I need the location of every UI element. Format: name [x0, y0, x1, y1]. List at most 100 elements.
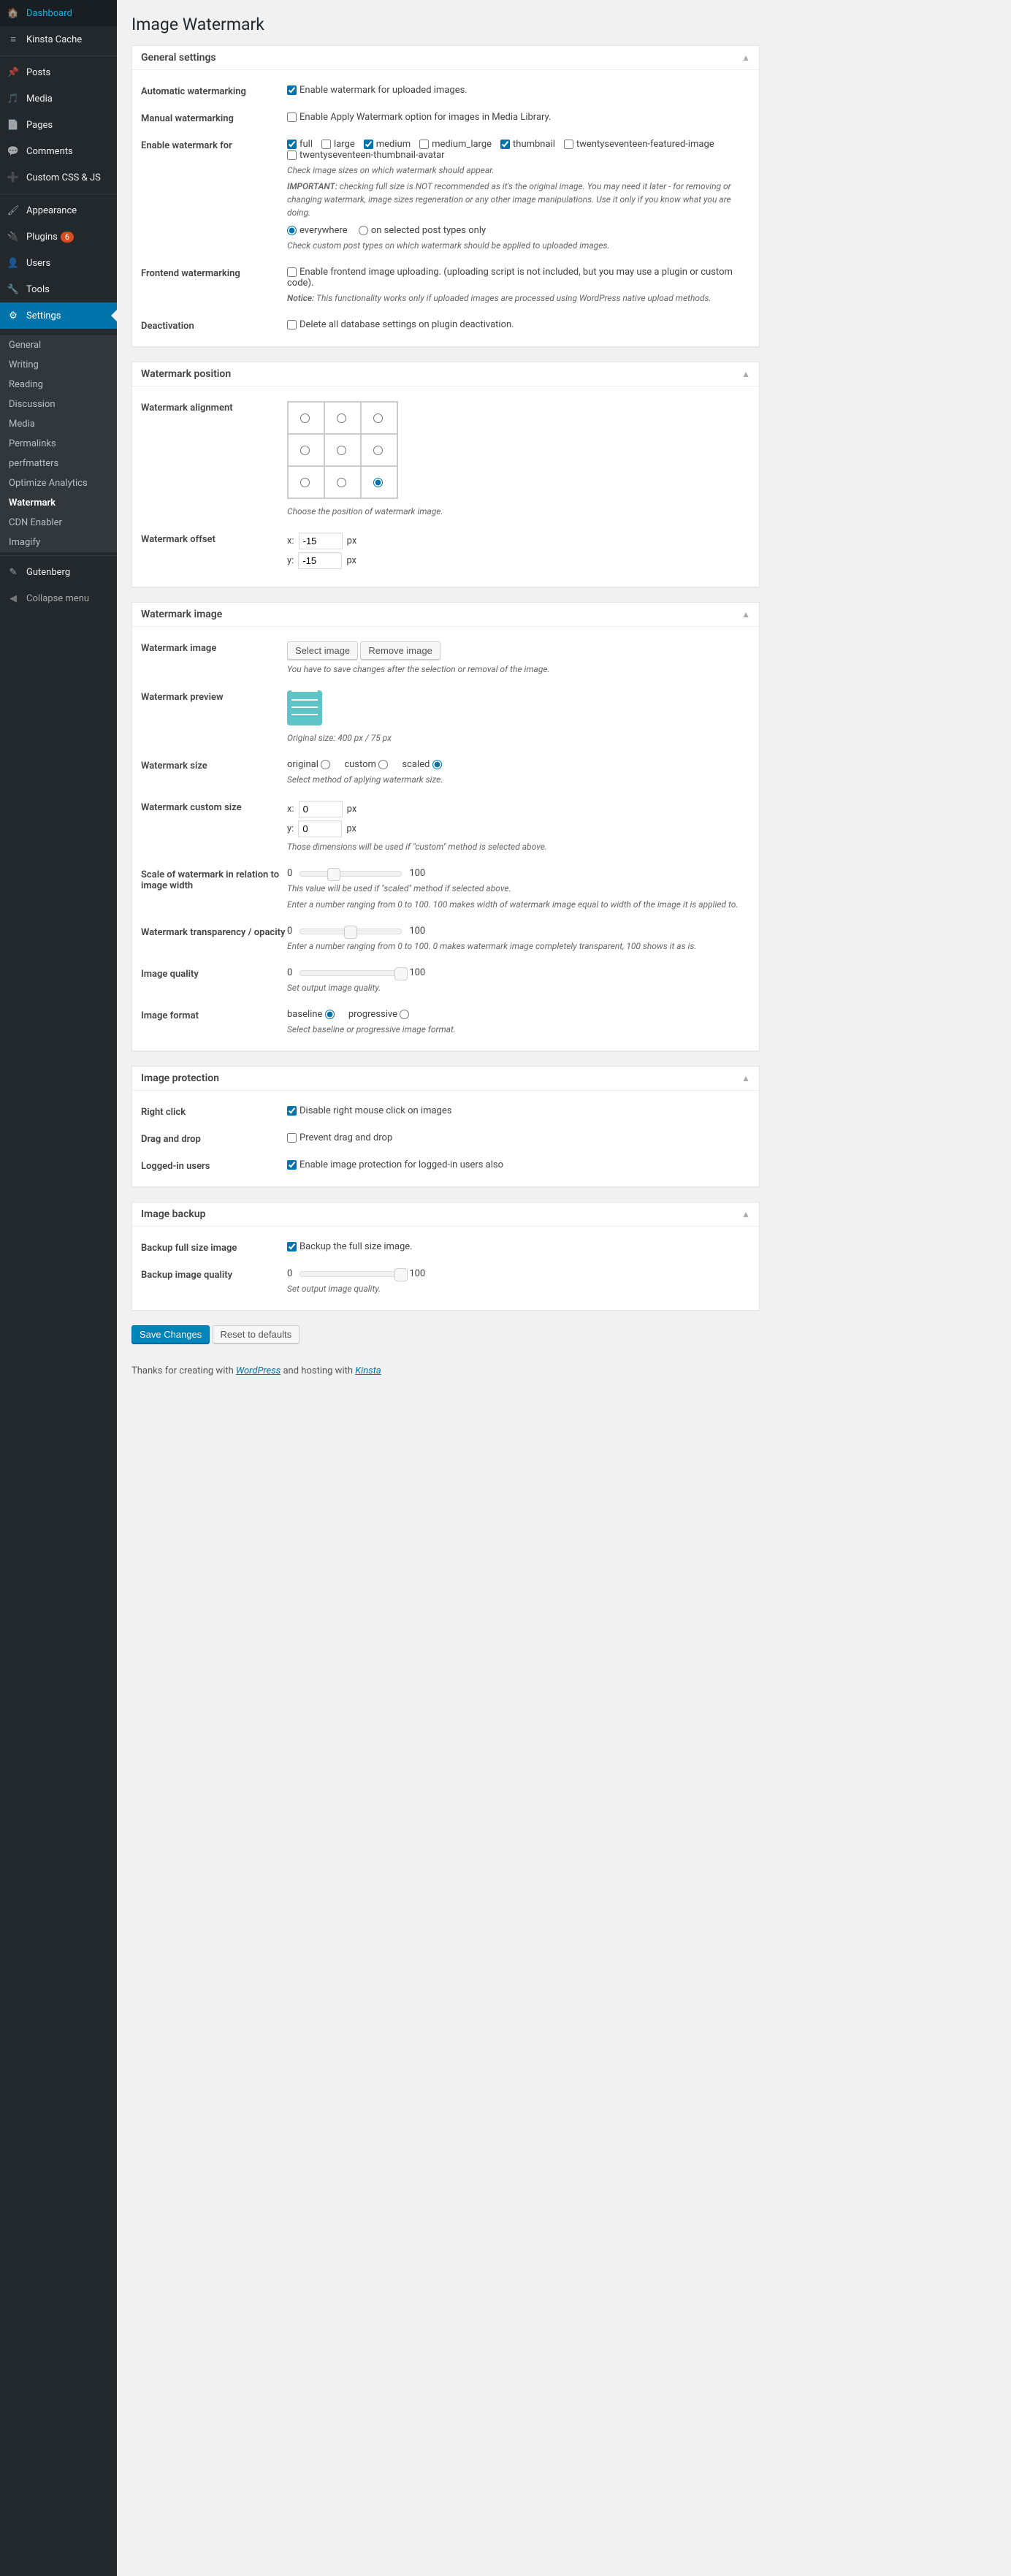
submenu-item-cdn-enabler[interactable]: CDN Enabler: [0, 513, 117, 533]
tools-icon: 🔧: [6, 282, 20, 297]
collapse-menu[interactable]: ◀ Collapse menu: [0, 585, 117, 611]
badge: 6: [61, 232, 74, 243]
drag-option[interactable]: Prevent drag and drop: [287, 1132, 392, 1143]
auto-watermark-checkbox[interactable]: [287, 85, 297, 95]
align-ml[interactable]: [300, 446, 310, 455]
select-image-button[interactable]: Select image: [287, 641, 358, 660]
format-progressive[interactable]: progressive: [348, 1009, 412, 1020]
size-scaled[interactable]: scaled: [402, 759, 444, 770]
align-tl[interactable]: [300, 414, 310, 423]
backup-quality-slider[interactable]: [300, 1271, 402, 1277]
menu-item-plugins[interactable]: 🔌Plugins6: [0, 224, 117, 250]
menu-label: Pages: [26, 120, 53, 131]
menu-item-kinsta-cache[interactable]: ≡Kinsta Cache: [0, 26, 117, 53]
panel-general: General settings ▲ Automatic watermarkin…: [131, 45, 760, 347]
backup-full-option[interactable]: Backup the full size image.: [287, 1241, 413, 1252]
size-option-twentyseventeen-thumbnail-avatar[interactable]: twentyseventeen-thumbnail-avatar: [287, 150, 445, 161]
submenu-item-reading[interactable]: Reading: [0, 375, 117, 395]
submenu-item-imagify[interactable]: Imagify: [0, 533, 117, 552]
size-option-large[interactable]: large: [321, 139, 355, 150]
menu-item-posts[interactable]: 📌Posts: [0, 59, 117, 85]
offset-x-input[interactable]: [299, 533, 343, 549]
size-option-thumbnail[interactable]: thumbnail: [500, 139, 555, 150]
submenu-item-permalinks[interactable]: Permalinks: [0, 434, 117, 454]
submenu-item-perfmatters[interactable]: perfmatters: [0, 454, 117, 473]
submenu-item-general[interactable]: General: [0, 335, 117, 355]
panel-position-header[interactable]: Watermark position ▲: [132, 362, 759, 386]
submenu-item-discussion[interactable]: Discussion: [0, 395, 117, 414]
align-desc: Choose the position of watermark image.: [287, 505, 750, 518]
size-original[interactable]: original: [287, 759, 333, 770]
collapse-icon: ◀: [6, 591, 20, 606]
offset-label: Watermark offset: [141, 533, 287, 545]
menu-item-gutenberg[interactable]: ✎Gutenberg: [0, 559, 117, 585]
menu-item-dashboard[interactable]: 🏠Dashboard: [0, 0, 117, 26]
submenu-item-optimize-analytics[interactable]: Optimize Analytics: [0, 473, 117, 493]
alignment-label: Watermark alignment: [141, 401, 287, 414]
users-icon: 👤: [6, 256, 20, 270]
align-mc[interactable]: [337, 446, 346, 455]
align-bc[interactable]: [337, 478, 346, 487]
offset-y-input[interactable]: [298, 552, 342, 569]
size-option-twentyseventeen-featured-image[interactable]: twentyseventeen-featured-image: [564, 139, 714, 150]
menu-item-appearance[interactable]: 🖌Appearance: [0, 197, 117, 224]
reset-button[interactable]: Reset to defaults: [213, 1325, 300, 1344]
panel-protection-header[interactable]: Image protection ▲: [132, 1067, 759, 1091]
submenu-item-writing[interactable]: Writing: [0, 355, 117, 375]
manual-watermark-option[interactable]: Enable Apply Watermark option for images…: [287, 112, 551, 123]
menu-item-settings[interactable]: ⚙Settings: [0, 302, 117, 329]
menu-item-comments[interactable]: 💬Comments: [0, 138, 117, 164]
deactivation-label: Deactivation: [141, 319, 287, 332]
scale-label: Scale of watermark in relation to image …: [141, 868, 287, 891]
deactivation-option[interactable]: Delete all database settings on plugin d…: [287, 319, 514, 330]
auto-watermark-option[interactable]: Enable watermark for uploaded images.: [287, 85, 468, 96]
manual-watermark-label: Manual watermarking: [141, 112, 287, 124]
logged-option[interactable]: Enable image protection for logged-in us…: [287, 1159, 503, 1170]
menu-item-pages[interactable]: 📄Pages: [0, 112, 117, 138]
align-br[interactable]: [373, 478, 383, 487]
frontend-option[interactable]: Enable frontend image uploading. (upload…: [287, 267, 733, 289]
panel-title: Watermark image: [141, 609, 222, 620]
panel-image-header[interactable]: Watermark image ▲: [132, 603, 759, 627]
scale-slider[interactable]: [300, 871, 402, 877]
posttype-everywhere[interactable]: everywhere: [287, 225, 348, 236]
chevron-up-icon: ▲: [741, 369, 750, 379]
menu-item-media[interactable]: 🎵Media: [0, 85, 117, 112]
align-bl[interactable]: [300, 478, 310, 487]
submenu-item-media[interactable]: Media: [0, 414, 117, 434]
size-desc: Select method of aplying watermark size.: [287, 773, 750, 786]
posttype-selected[interactable]: on selected post types only: [359, 225, 486, 236]
format-baseline[interactable]: baseline: [287, 1009, 337, 1020]
wordpress-link[interactable]: WordPress: [236, 1365, 281, 1376]
scale-desc2: Enter a number ranging from 0 to 100. 10…: [287, 898, 750, 911]
quality-slider[interactable]: [300, 970, 402, 976]
menu-item-users[interactable]: 👤Users: [0, 250, 117, 276]
align-mr[interactable]: [373, 446, 383, 455]
align-tc[interactable]: [337, 414, 346, 423]
size-option-medium_large[interactable]: medium_large: [419, 139, 492, 150]
size-option-full[interactable]: full: [287, 139, 313, 150]
size-option-medium[interactable]: medium: [364, 139, 411, 150]
save-button[interactable]: Save Changes: [131, 1325, 210, 1344]
css-icon: ➕: [6, 170, 20, 185]
align-tr[interactable]: [373, 414, 383, 423]
watermark-preview-image: [287, 690, 322, 725]
size-custom[interactable]: custom: [344, 759, 391, 770]
menu-item-tools[interactable]: 🔧Tools: [0, 276, 117, 302]
rightclick-option[interactable]: Disable right mouse click on images: [287, 1105, 451, 1116]
opacity-slider[interactable]: [300, 929, 402, 934]
panel-backup: Image backup ▲ Backup full size image Ba…: [131, 1202, 760, 1311]
custom-y-input[interactable]: [298, 820, 342, 837]
manual-watermark-checkbox[interactable]: [287, 113, 297, 122]
menu-item-custom-css-&-js[interactable]: ➕Custom CSS & JS: [0, 164, 117, 191]
custom-x-input[interactable]: [299, 801, 343, 818]
remove-image-button[interactable]: Remove image: [360, 641, 440, 660]
panel-protection: Image protection ▲ Right click Disable r…: [131, 1066, 760, 1187]
panel-general-header[interactable]: General settings ▲: [132, 46, 759, 70]
panel-backup-header[interactable]: Image backup ▲: [132, 1203, 759, 1227]
preview-label: Watermark preview: [141, 690, 287, 703]
rightclick-label: Right click: [141, 1105, 287, 1118]
kinsta-link[interactable]: Kinsta: [355, 1365, 381, 1376]
submenu-item-watermark[interactable]: Watermark: [0, 493, 117, 513]
panel-title: General settings: [141, 52, 216, 64]
